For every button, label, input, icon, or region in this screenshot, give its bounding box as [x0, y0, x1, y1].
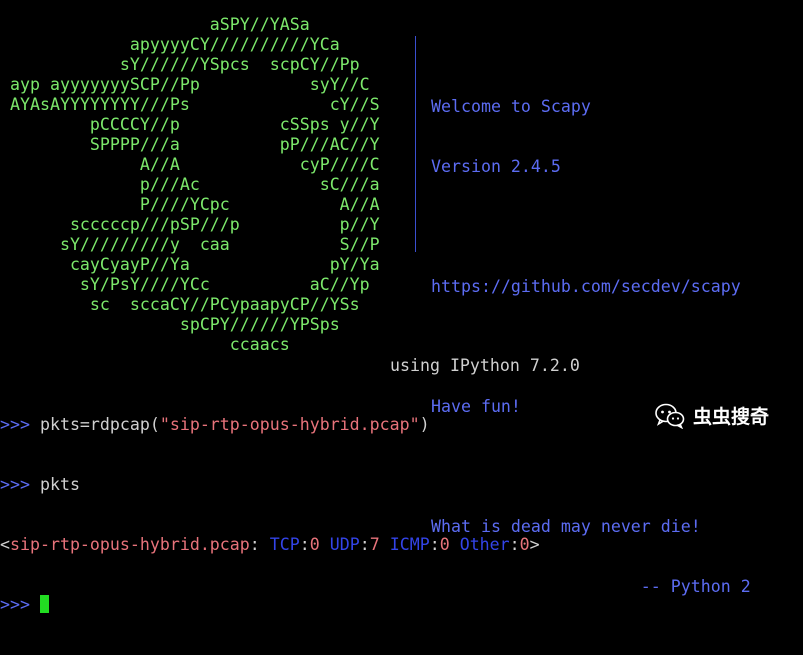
command-line-1: >>> pkts=rdpcap("sip-rtp-opus-hybrid.pca… — [0, 415, 540, 435]
version-text: Version 2.4.5 — [431, 157, 561, 176]
colon: : — [299, 535, 310, 554]
command-text: pkts=rdpcap( — [39, 415, 160, 434]
output-separator: : — [249, 535, 270, 554]
logo-line: apyyyyCY//////////YCa — [10, 35, 340, 54]
logo-line: sY/////////y caa S//P — [10, 235, 380, 254]
colon: : — [359, 535, 370, 554]
logo-line: aSPY//YASa — [10, 15, 310, 34]
command-line-2: >>> pkts — [0, 475, 540, 495]
watermark: 虫虫搜奇 — [655, 402, 769, 429]
prompt: >>> — [0, 475, 40, 494]
logo-line: P////YCpc A//A — [10, 195, 380, 214]
wechat-icon — [655, 403, 685, 429]
pcap-name: sip-rtp-opus-hybrid.pcap — [10, 535, 250, 554]
icmp-label: ICMP — [389, 535, 430, 554]
logo-line: scccccp///pSP///p p//Y — [10, 215, 380, 234]
scapy-ascii-logo: aSPY//YASa apyyyyCY//////////YCa sY/////… — [10, 15, 380, 355]
other-label: Other — [459, 535, 510, 554]
banner-divider — [415, 36, 416, 252]
logo-line: p///Ac sC///a — [10, 175, 380, 194]
console-session[interactable]: >>> pkts=rdpcap("sip-rtp-opus-hybrid.pca… — [0, 375, 540, 655]
logo-line: spCPY//////YPSps — [10, 315, 340, 334]
watermark-text: 虫虫搜奇 — [693, 406, 770, 428]
string-literal: "sip-rtp-opus-hybrid.pcap" — [159, 415, 420, 434]
icmp-count: 0 — [439, 535, 450, 554]
logo-line: sY//////YSpcs scpCY//Pp — [10, 55, 360, 74]
udp-count: 7 — [369, 535, 380, 554]
logo-line: SPPPP///a pP///AC//Y — [10, 135, 380, 154]
colon: : — [509, 535, 520, 554]
logo-line: ayp ayyyyyyySCP//Pp syY//C — [10, 75, 370, 94]
command-text: pkts — [39, 475, 80, 494]
output-line: <sip-rtp-opus-hybrid.pcap: TCP:0 UDP:7 I… — [0, 535, 540, 555]
logo-line: cayCyayP//Ya pY/Ya — [10, 255, 380, 274]
input-line[interactable]: >>> — [0, 595, 540, 615]
terminal-window[interactable]: aSPY//YASa apyyyyCY//////////YCa sY/////… — [0, 0, 803, 614]
output-bracket: < — [0, 535, 10, 554]
other-count: 0 — [519, 535, 530, 554]
logo-line: A//A cyP////C — [10, 155, 380, 174]
colon: : — [429, 535, 440, 554]
tcp-label: TCP — [269, 535, 300, 554]
logo-line: pCCCCY//p cSSps y//Y — [10, 115, 380, 134]
text-cursor[interactable] — [39, 595, 49, 613]
logo-line: AYAsAYYYYYYYY///Ps cY//S — [10, 95, 380, 114]
tcp-count: 0 — [309, 535, 320, 554]
udp-label: UDP — [329, 535, 360, 554]
prompt: >>> — [0, 415, 40, 434]
command-text: ) — [419, 415, 430, 434]
prompt: >>> — [0, 595, 40, 614]
logo-line: ccaacs — [10, 335, 290, 354]
output-bracket: > — [529, 535, 540, 554]
github-url: https://github.com/secdev/scapy — [431, 277, 741, 296]
logo-line: sc sccaCY//PCypaapyCP//YSs — [10, 295, 360, 314]
ipython-banner: using IPython 7.2.0 — [390, 356, 580, 375]
welcome-title: Welcome to Scapy — [431, 97, 591, 116]
logo-line: sY/PsY////YCc aC//Yp — [10, 275, 370, 294]
